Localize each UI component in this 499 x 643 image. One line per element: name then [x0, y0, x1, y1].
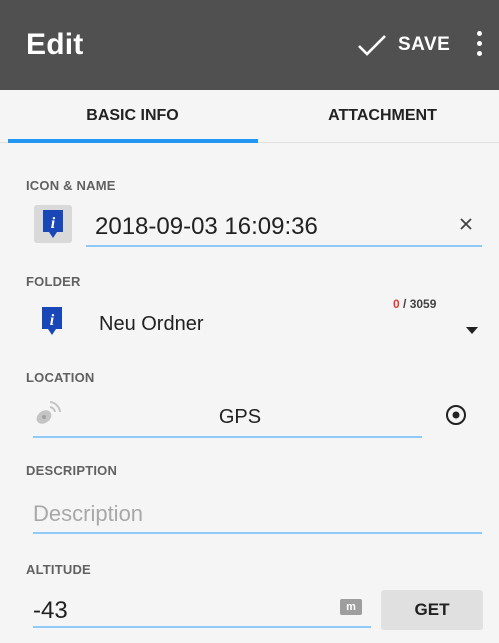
point-icon-picker[interactable]: i	[34, 205, 72, 243]
folder-label: FOLDER	[26, 274, 81, 289]
folder-select[interactable]: Neu Ordner	[99, 313, 204, 336]
altitude-field-underline	[33, 626, 371, 628]
info-marker-icon: i	[43, 210, 63, 238]
page-title: Edit	[26, 28, 84, 61]
satellite-icon	[36, 401, 61, 424]
checkmark-icon	[358, 35, 386, 56]
folder-point-count: 0 / 3059	[393, 297, 436, 311]
description-label: DESCRIPTION	[26, 463, 118, 478]
location-label: LOCATION	[26, 370, 95, 385]
description-input[interactable]	[33, 499, 481, 529]
location-field-underline	[33, 436, 422, 438]
svg-text:i: i	[51, 215, 56, 232]
icon-name-label: ICON & NAME	[26, 178, 116, 193]
location-source[interactable]: GPS	[200, 406, 280, 429]
folder-count-used: 0	[393, 297, 400, 311]
description-field-underline	[33, 532, 482, 534]
svg-text:i: i	[50, 312, 55, 329]
name-field[interactable]: 2018-09-03 16:09:36	[95, 213, 318, 241]
name-field-underline	[86, 245, 482, 247]
altitude-field[interactable]: -43	[33, 597, 68, 625]
save-label: SAVE	[398, 34, 451, 55]
dropdown-arrow-icon[interactable]	[466, 327, 478, 334]
overflow-menu-icon[interactable]	[468, 28, 490, 64]
tab-basic-info[interactable]: BASIC INFO	[8, 90, 257, 142]
app-bar: Edit SAVE	[0, 0, 499, 90]
get-altitude-button[interactable]: GET	[381, 590, 483, 630]
altitude-label: ALTITUDE	[26, 562, 91, 577]
folder-info-icon: i	[42, 307, 62, 335]
tab-attachment[interactable]: ATTACHMENT	[258, 90, 499, 142]
clear-icon[interactable]	[454, 212, 478, 236]
tab-bar: BASIC INFO ATTACHMENT	[0, 90, 499, 143]
locate-target-icon[interactable]	[443, 402, 469, 428]
save-button[interactable]: SAVE	[356, 24, 456, 66]
folder-count-total: / 3059	[399, 297, 437, 311]
altitude-unit-badge[interactable]: m	[340, 599, 362, 615]
active-tab-indicator	[8, 139, 258, 143]
